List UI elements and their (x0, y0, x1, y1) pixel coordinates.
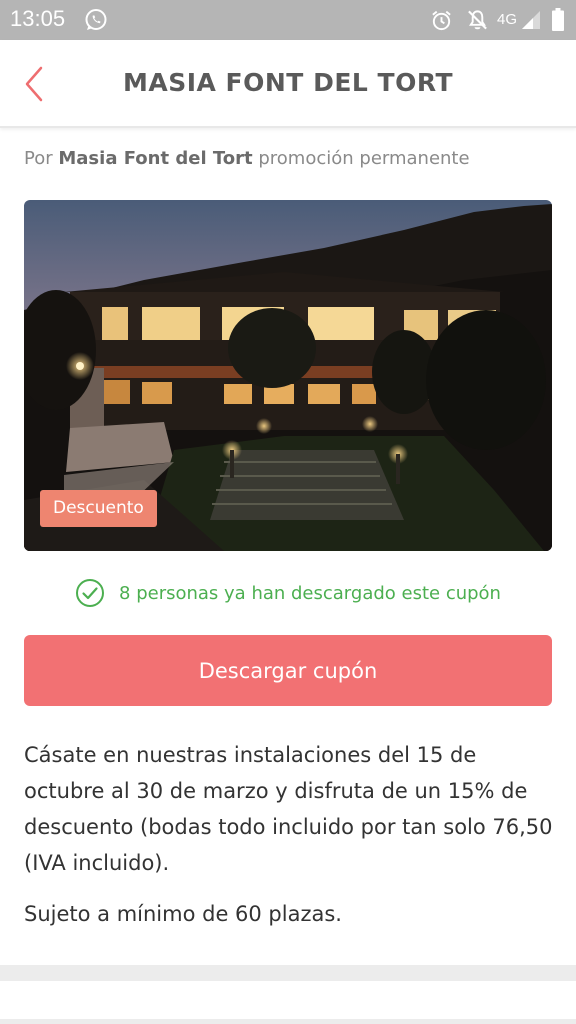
app-bar: MASIA FONT DEL TORT (0, 40, 576, 128)
vendor-link[interactable]: Masia Font del Tort (58, 148, 252, 169)
download-coupon-button[interactable]: Descargar cupón (24, 635, 552, 706)
offer-description: Cásate en nuestras instalaciones del 15 … (24, 743, 553, 875)
discount-badge: Descuento (40, 490, 157, 527)
whatsapp-icon (85, 9, 107, 30)
downloads-info: 8 personas ya han descargado este cupón (0, 578, 576, 608)
byline-suffix: promoción permanente (258, 148, 470, 169)
check-circle-icon (76, 579, 105, 607)
signal-icon (522, 11, 540, 29)
offer-note: Sujeto a mínimo de 60 plazas. (24, 902, 342, 926)
byline-prefix: Por (24, 148, 53, 169)
downloads-text: 8 personas ya han descargado este cupón (119, 582, 501, 604)
status-bar: 13:05 4G (0, 0, 576, 40)
section-divider (0, 965, 576, 981)
network-type: 4G (497, 11, 518, 28)
bottom-divider (0, 1019, 576, 1024)
byline: Por Masia Font del Tort promoción perman… (24, 148, 470, 169)
battery-icon (552, 8, 564, 31)
notifications-off-icon (468, 10, 487, 30)
page-title: MASIA FONT DEL TORT (122, 68, 454, 97)
status-time: 13:05 (10, 6, 66, 31)
alarm-icon (432, 10, 451, 31)
